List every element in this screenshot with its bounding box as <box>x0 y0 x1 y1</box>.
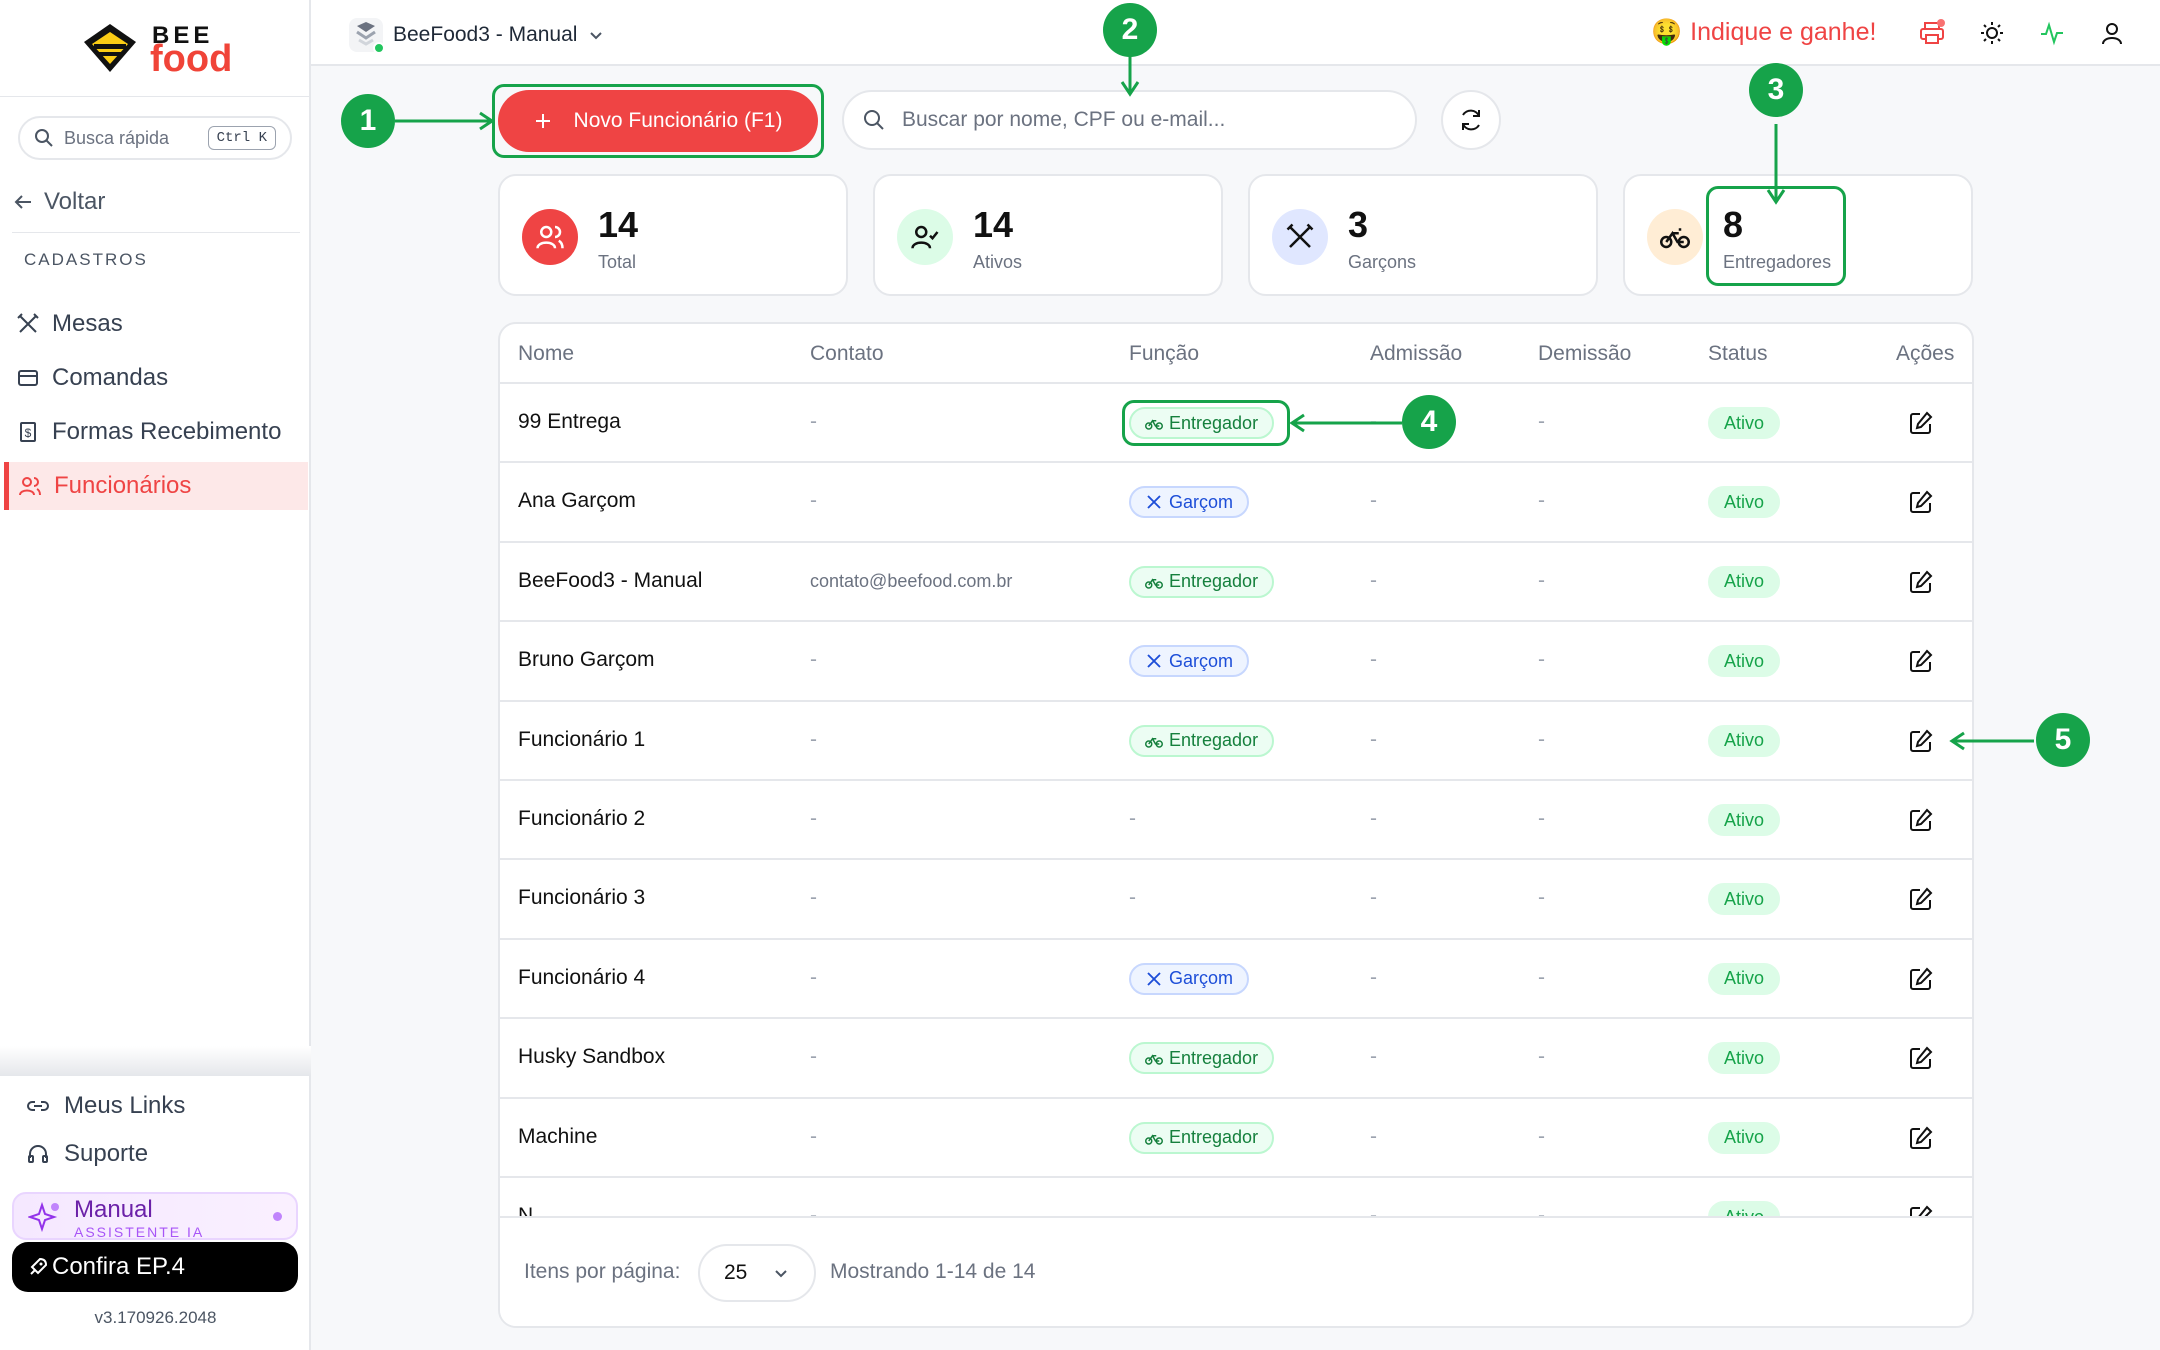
annotation-marker-4: 4 <box>1402 395 1456 449</box>
annotation-marker-2: 2 <box>1103 3 1157 57</box>
annotation-marker-1: 1 <box>341 94 395 148</box>
annotation-arrows <box>395 56 2034 751</box>
annotation-marker-5: 5 <box>2036 713 2090 767</box>
annotation-marker-3: 3 <box>1749 63 1803 117</box>
